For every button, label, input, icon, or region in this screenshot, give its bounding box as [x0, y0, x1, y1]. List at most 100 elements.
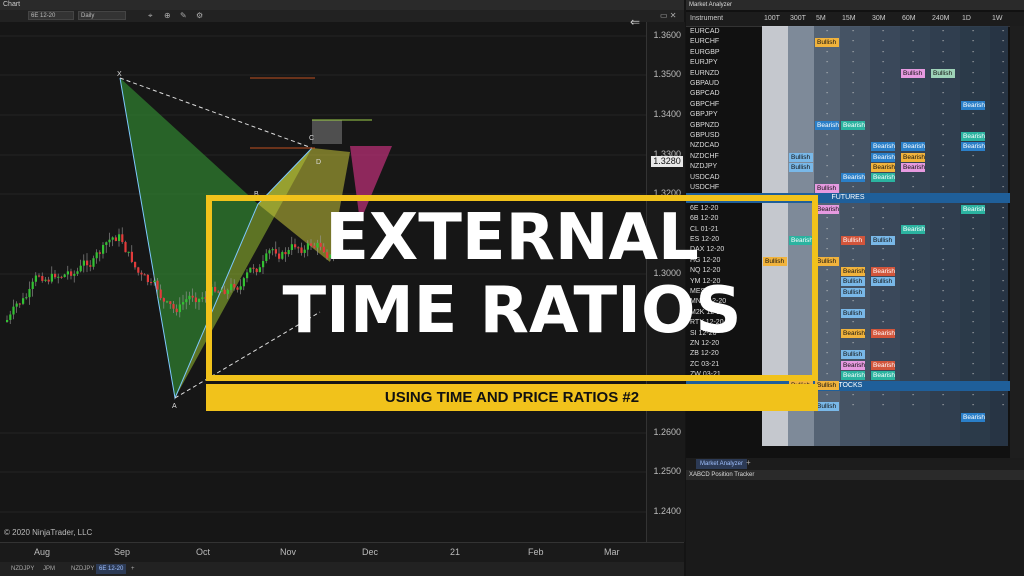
- cell-empty: -: [942, 288, 945, 295]
- bullish-signal-badge: Bullish: [815, 381, 839, 391]
- add-analyzer-tab-button[interactable]: +: [746, 458, 751, 467]
- bullish-signal-badge: Bullish: [789, 162, 813, 172]
- chart-tab[interactable]: NZDJPY: [8, 564, 37, 574]
- candle-body: [172, 304, 175, 309]
- zoom-icon[interactable]: ⊕: [164, 10, 171, 22]
- candle-body: [156, 280, 159, 290]
- candle-body: [44, 279, 47, 281]
- candle-body: [182, 302, 185, 305]
- cell-empty: -: [1002, 402, 1005, 410]
- x-tick: Nov: [280, 547, 297, 557]
- cell-empty: -: [912, 277, 915, 285]
- cell-empty: -: [1002, 132, 1005, 139]
- add-tab-button[interactable]: +: [128, 564, 138, 574]
- cell-empty: -: [882, 184, 885, 191]
- analyzer-row[interactable]: NZDJPY-------: [686, 162, 1010, 172]
- candle-body: [130, 251, 133, 262]
- candle-body: [169, 301, 172, 305]
- bullish-signal-badge: Bullish: [815, 402, 839, 412]
- chart-title: Chart: [3, 1, 21, 8]
- analyzer-row[interactable]: GBPCAD - - - - - - -: [686, 89, 1010, 99]
- cell-empty: -: [972, 48, 975, 56]
- cell-empty: -: [972, 80, 975, 87]
- cell-empty: -: [912, 204, 915, 212]
- chart-tab[interactable]: JPM: [40, 564, 58, 574]
- cell-empty: -: [882, 340, 885, 347]
- analyzer-row[interactable]: USDCHF-------: [686, 183, 1010, 193]
- analyzer-row[interactable]: GBPAUD - - - - - - -: [686, 79, 1010, 89]
- analyzer-tabbar: Market Analyzer +: [686, 458, 1024, 470]
- candle-body: [18, 303, 21, 305]
- cell-empty: -: [972, 121, 975, 129]
- candle-body: [127, 251, 130, 253]
- cell-empty: -: [882, 100, 885, 108]
- analyzer-row[interactable]: GBPJPY - - - - - - -: [686, 110, 1010, 120]
- cell-empty: -: [942, 256, 945, 264]
- time-axis[interactable]: Aug Sep Oct Nov Dec 21 Feb Mar: [0, 542, 684, 561]
- analyzer-row[interactable]: NZDCHF-------: [686, 152, 1010, 162]
- cell-empty: -: [1002, 59, 1005, 67]
- cell-empty: -: [972, 59, 975, 67]
- cell-empty: -: [972, 90, 975, 98]
- chart-tab-active[interactable]: 6E 12-20: [96, 564, 127, 574]
- cell-empty: -: [826, 48, 829, 56]
- cell-empty: -: [972, 360, 975, 368]
- x-tick: 21: [450, 547, 461, 557]
- cell-empty: -: [942, 267, 945, 275]
- analyzer-row[interactable]: EURCHF-------: [686, 37, 1010, 47]
- analyzer-scrollbar[interactable]: [1010, 26, 1024, 460]
- bullish-signal-badge: Bullish: [789, 152, 813, 162]
- cell-empty: -: [1002, 48, 1005, 56]
- cell-empty: -: [972, 215, 975, 223]
- cell-empty: -: [882, 121, 885, 129]
- cell-empty: -: [942, 236, 945, 243]
- period-selector[interactable]: Daily: [78, 11, 126, 20]
- cell-empty: -: [852, 100, 855, 108]
- analyzer-row[interactable]: EURJPY - - - - - - -: [686, 58, 1010, 68]
- analyzer-tab[interactable]: Market Analyzer: [696, 459, 748, 469]
- instrument-name: GBPAUD: [690, 80, 720, 87]
- window-controls-icon[interactable]: ▭ ✕: [660, 10, 676, 22]
- chart-tab[interactable]: NZDJPY: [68, 564, 97, 574]
- cell-empty: -: [826, 392, 829, 399]
- cell-empty: -: [972, 152, 975, 160]
- settings-icon[interactable]: ⚙: [196, 10, 203, 22]
- cell-empty: -: [912, 256, 915, 264]
- bearish-signal-badge: Bearish: [871, 266, 895, 276]
- cell-empty: -: [1002, 288, 1005, 295]
- instrument-selector[interactable]: 6E 12-20: [28, 11, 74, 20]
- cell-empty: -: [882, 298, 885, 306]
- cell-empty: -: [972, 184, 975, 191]
- cell-empty: -: [942, 371, 945, 379]
- cell-empty: -: [912, 184, 915, 191]
- cell-empty: -: [942, 59, 945, 67]
- cell-empty: -: [912, 111, 915, 119]
- cell-empty: -: [1002, 329, 1005, 337]
- cell-empty: -: [942, 319, 945, 327]
- cell-empty: -: [826, 267, 829, 275]
- cell-empty: -: [826, 142, 829, 150]
- y-tick: 1.2500: [653, 466, 681, 476]
- scroll-right-icon[interactable]: ⇐: [630, 15, 640, 29]
- bearish-signal-badge: Bearish: [871, 152, 895, 162]
- instrument-name: NZDCAD: [690, 142, 720, 150]
- candle-body: [41, 276, 44, 281]
- candle-body: [191, 295, 194, 298]
- bearish-signal-badge: Bearish: [841, 360, 865, 370]
- bearish-signal-badge: Bearish: [841, 121, 865, 131]
- crosshair-icon[interactable]: ⌖: [148, 10, 153, 22]
- cell-empty: -: [942, 100, 945, 108]
- cell-empty: -: [942, 184, 945, 191]
- bullish-signal-badge: Bullish: [871, 277, 895, 287]
- cell-empty: -: [826, 371, 829, 379]
- title-line-1: EXTERNAL: [325, 201, 699, 275]
- cell-empty: -: [826, 246, 829, 254]
- instrument-name: USDCAD: [690, 173, 720, 181]
- analyzer-row[interactable]: EURGBP - - - - - - -: [686, 48, 1010, 58]
- analyzer-row[interactable]: EURNZD-------: [686, 69, 1010, 79]
- draw-icon[interactable]: ✎: [180, 10, 187, 22]
- candle-body: [60, 276, 63, 278]
- candle-body: [89, 265, 92, 267]
- cell-empty: -: [882, 80, 885, 87]
- analyzer-row[interactable]: EURCAD - - - - - - -: [686, 27, 1010, 37]
